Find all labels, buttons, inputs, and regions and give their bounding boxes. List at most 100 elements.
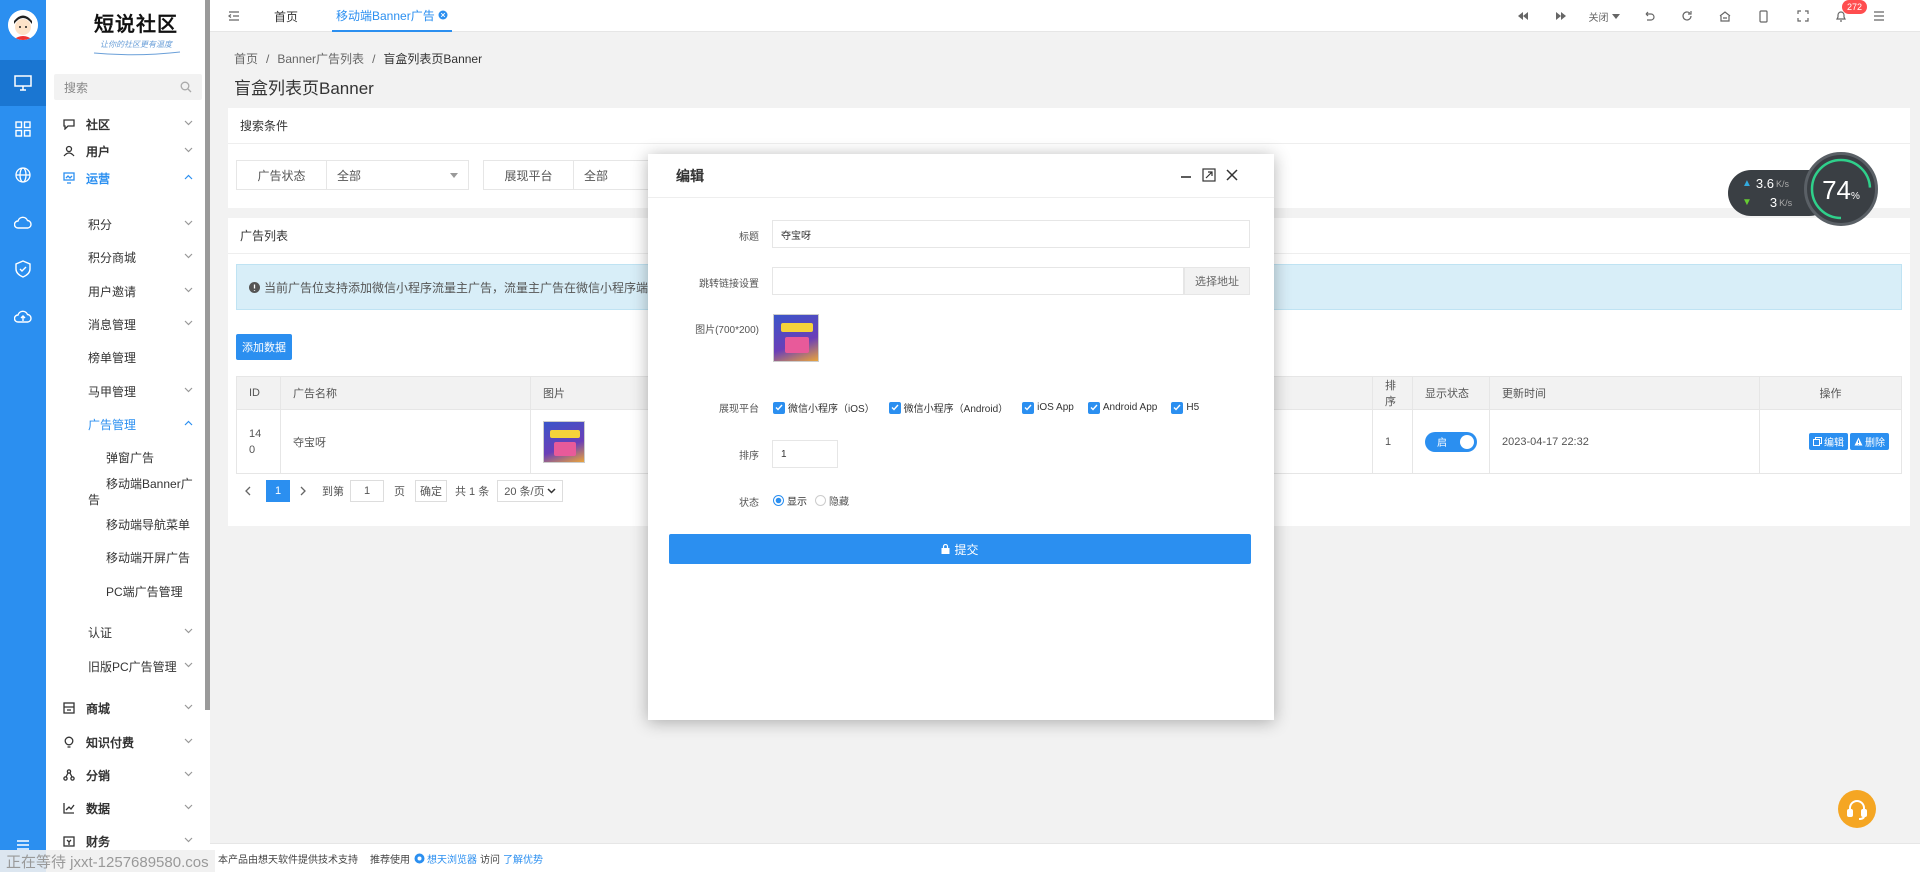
tab-mobile-banner[interactable]: 移动端Banner广告 — [332, 0, 452, 32]
tab-home-label: 首页 — [274, 9, 299, 24]
menu-item-vest[interactable]: 马甲管理 — [46, 376, 205, 406]
delete-button[interactable]: 删除 — [1850, 433, 1889, 450]
select-address-button[interactable]: 选择地址 — [1184, 267, 1250, 295]
checkbox-h5[interactable]: H5 — [1171, 400, 1199, 415]
submit-label: 提交 — [954, 542, 979, 557]
footer-browser-link[interactable]: 想天浏览器 — [427, 851, 477, 866]
clear-cache-icon[interactable] — [1718, 8, 1732, 24]
menu-item-user[interactable]: 用户 — [46, 136, 205, 166]
breadcrumb-home[interactable]: 首页 — [234, 50, 258, 67]
edit-button[interactable]: 编辑 — [1809, 433, 1848, 450]
grid-icon[interactable] — [0, 106, 46, 152]
fullscreen-icon[interactable] — [1796, 8, 1810, 24]
next-page-icon[interactable] — [300, 486, 316, 496]
globe-icon[interactable] — [0, 152, 46, 198]
menu-item-knowledge[interactable]: 知识付费 — [46, 727, 205, 757]
per-page-select[interactable]: 20 条/页 — [497, 480, 564, 502]
col-name[interactable]: 广告名称 — [280, 376, 531, 410]
more-menu-icon[interactable] — [1872, 8, 1886, 24]
undo-icon[interactable] — [1642, 8, 1656, 24]
menu-item-distribution[interactable]: 分销 — [46, 760, 205, 790]
menu-item-pc-ad[interactable]: PC端广告管理 — [46, 576, 205, 606]
desktop-icon[interactable] — [0, 60, 46, 106]
menu-item-popup-ad[interactable]: 弹窗广告 — [46, 442, 205, 472]
menu-item-invite[interactable]: 用户邀请 — [46, 276, 205, 306]
checkbox-wx-ios[interactable]: 微信小程序（iOS） — [773, 400, 875, 415]
tab-close-icon[interactable] — [438, 10, 448, 20]
menu-item-mobile-nav[interactable]: 移动端导航菜单 — [46, 509, 205, 539]
col-id[interactable]: ID — [236, 376, 281, 410]
radio-hide[interactable]: 隐藏 — [815, 493, 849, 508]
prev-page-icon[interactable] — [244, 486, 260, 496]
refresh-icon[interactable] — [1680, 8, 1694, 24]
row-name: 夺宝呀 — [280, 409, 531, 474]
mobile-icon[interactable] — [1756, 8, 1770, 24]
ad-status-select[interactable]: 广告状态 全部 — [236, 160, 469, 190]
chart-icon — [62, 801, 76, 815]
footer-learn-more-link[interactable]: 了解优势 — [503, 851, 543, 866]
user-icon — [62, 144, 76, 158]
radio-show-label: 显示 — [787, 497, 807, 508]
col-updated[interactable]: 更新时间 — [1489, 376, 1760, 410]
page-current[interactable]: 1 — [266, 480, 290, 502]
confirm-button[interactable]: 确定 — [415, 480, 447, 502]
upload-speed: ▲ 3.6 K/s — [1742, 176, 1789, 191]
cloud-icon[interactable] — [0, 200, 46, 246]
title-input[interactable]: 夺宝呀 — [772, 220, 1250, 248]
ad-thumbnail[interactable] — [543, 420, 585, 463]
menu-item-old-pc-ad[interactable]: 旧版PC广告管理 — [46, 651, 205, 681]
status-switch[interactable]: 启 — [1425, 431, 1477, 452]
menu-item-points[interactable]: 积分 — [46, 209, 205, 239]
forward-icon[interactable] — [1554, 8, 1568, 24]
minimize-icon[interactable] — [1180, 170, 1192, 182]
menu-item-splash-ad[interactable]: 移动端开屏广告 — [46, 542, 205, 572]
col-ops[interactable]: 操作 — [1759, 376, 1902, 410]
fold-menu-icon[interactable] — [226, 8, 242, 24]
checkbox-wx-android[interactable]: 微信小程序（Android） — [888, 400, 1008, 415]
modal-image-preview[interactable] — [773, 314, 819, 362]
col-sort[interactable]: 排序 — [1372, 376, 1413, 410]
page-input[interactable]: 1 — [350, 480, 384, 502]
close-icon[interactable] — [1226, 169, 1238, 181]
menu-item-community[interactable]: 社区 — [46, 109, 205, 139]
logo[interactable]: 短说社区 让你的社区更有温度 — [76, 8, 196, 58]
menu-label: 商城 — [86, 701, 111, 716]
tab-home[interactable]: 首页 — [274, 0, 298, 32]
row-id: 14 0 — [236, 409, 281, 474]
menu-item-shop[interactable]: 商城 — [46, 693, 205, 723]
submit-button[interactable]: 提交 — [669, 534, 1251, 564]
link-input[interactable] — [772, 267, 1184, 295]
checkbox-android-app[interactable]: Android App — [1087, 400, 1157, 415]
cloud-upload-icon[interactable] — [0, 294, 46, 340]
menu-item-points-mall[interactable]: 积分商城 — [46, 242, 205, 272]
platform-select[interactable]: 展现平台 全部 — [483, 160, 663, 190]
menu-item-data[interactable]: 数据 — [46, 793, 205, 823]
col-status[interactable]: 显示状态 — [1412, 376, 1490, 410]
maximize-icon[interactable] — [1202, 168, 1216, 182]
menu-item-messages[interactable]: 消息管理 — [46, 309, 205, 339]
customer-service-button[interactable] — [1838, 790, 1876, 828]
warning-icon — [1854, 437, 1863, 446]
chevron-down-icon — [184, 287, 193, 293]
menu-item-ranking[interactable]: 榜单管理 — [46, 342, 205, 372]
checkbox-ios-app[interactable]: iOS App — [1022, 400, 1074, 415]
chevron-down-icon — [184, 771, 193, 777]
avatar[interactable] — [8, 10, 38, 40]
platform-label: 展现平台 — [484, 161, 574, 189]
chevron-down-icon — [184, 662, 193, 668]
menu-scrollbar[interactable] — [205, 0, 210, 710]
menu-item-ads[interactable]: 广告管理 — [46, 409, 205, 439]
shield-check-icon[interactable] — [0, 246, 46, 292]
breadcrumb-banner-list[interactable]: Banner广告列表 — [277, 50, 364, 67]
add-data-button[interactable]: 添加数据 — [236, 334, 292, 360]
title-field-label: 标题 — [739, 232, 759, 243]
radio-show[interactable]: 显示 — [773, 493, 807, 508]
rewind-icon[interactable] — [1516, 8, 1530, 24]
sort-input[interactable]: 1 — [772, 440, 838, 468]
close-dropdown[interactable]: 关闭 — [1584, 8, 1624, 24]
menu-item-operate[interactable]: 运营 — [46, 163, 205, 193]
menu-item-verify[interactable]: 认证 — [46, 617, 205, 647]
sort-field-label: 排序 — [739, 451, 759, 462]
menu-search[interactable]: 搜索 — [54, 74, 202, 100]
network-speed-widget[interactable]: ▲ 3.6 K/s ▼ 3 K/s 74% — [1728, 152, 1878, 232]
